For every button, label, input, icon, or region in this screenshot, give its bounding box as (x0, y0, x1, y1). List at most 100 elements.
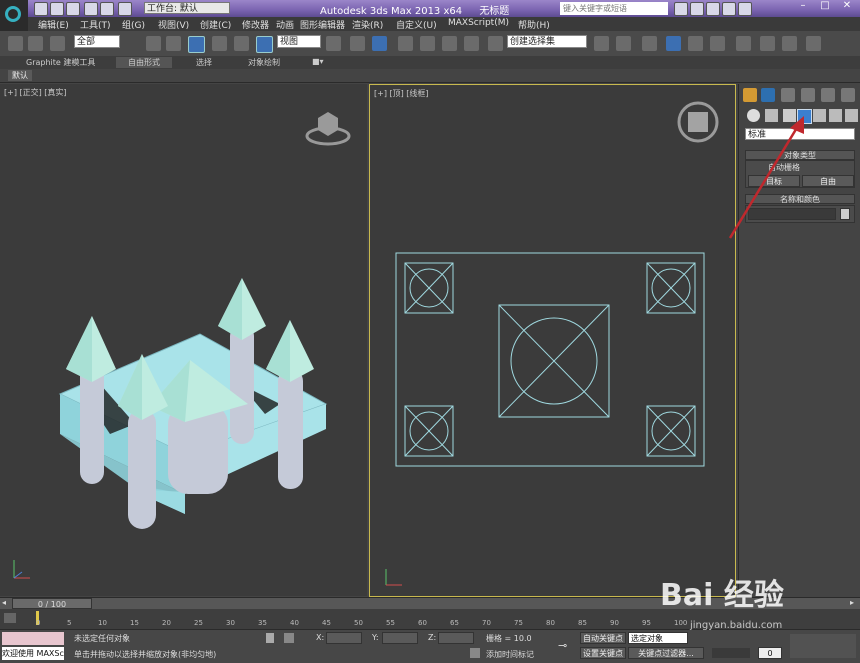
x-coordinate-field[interactable] (326, 632, 362, 644)
bind-space-warp-icon[interactable] (50, 36, 65, 51)
menu-edit[interactable]: 编辑(E) (38, 18, 69, 31)
maxscript-mini-listener[interactable]: 欢迎使用 MAXSc (2, 647, 64, 660)
modify-tab-icon[interactable] (761, 88, 775, 102)
reference-coordinate-dropdown[interactable]: 视图 (277, 35, 321, 48)
graphite-toggle-icon[interactable] (666, 36, 681, 51)
playback-controls[interactable] (712, 648, 750, 658)
app-logo[interactable] (0, 0, 28, 34)
menu-create[interactable]: 创建(C) (200, 18, 231, 31)
select-by-name-icon[interactable] (166, 36, 181, 51)
object-color-swatch[interactable] (840, 208, 850, 220)
selection-filter-dropdown[interactable]: 全部 (74, 35, 120, 48)
minimize-icon[interactable]: – (792, 0, 814, 15)
ribbon-options-icon[interactable]: ■▾ (312, 57, 324, 66)
menu-help[interactable]: 帮助(H) (518, 18, 550, 31)
tab-graphite[interactable]: Graphite 建模工具 (26, 57, 95, 68)
save-file-icon[interactable] (66, 2, 80, 16)
systems-icon[interactable] (845, 109, 858, 122)
link-icon[interactable] (8, 36, 23, 51)
workspace-dropdown[interactable]: 工作台: 默认 (144, 2, 230, 14)
maxscript-listener[interactable] (2, 632, 64, 645)
time-tag-icon[interactable] (470, 648, 480, 658)
rendered-frame-window-icon[interactable] (782, 36, 797, 51)
space-warps-icon[interactable] (829, 109, 842, 122)
menu-graph-editors[interactable]: 图形编辑器 (300, 18, 345, 31)
select-manipulate-icon[interactable] (350, 36, 365, 51)
menu-rendering[interactable]: 渲染(R) (352, 18, 383, 31)
viewcube-top[interactable] (676, 100, 722, 146)
maximize-icon[interactable]: □ (814, 0, 836, 15)
render-setup-icon[interactable] (760, 36, 775, 51)
display-tab-icon[interactable] (821, 88, 835, 102)
edit-named-selection-icon[interactable] (488, 36, 503, 51)
undo-icon[interactable] (84, 2, 98, 16)
percent-snap-icon[interactable] (442, 36, 457, 51)
selection-set-dropdown[interactable]: 选定对象 (628, 632, 688, 644)
set-key-button[interactable]: 设置关键点 (580, 647, 626, 659)
subscription-icon[interactable] (690, 2, 704, 16)
menu-customize[interactable]: 自定义(U) (396, 18, 437, 31)
viewcube[interactable] (304, 104, 354, 148)
select-object-icon[interactable] (146, 36, 161, 51)
lock-selection-icon[interactable] (266, 633, 274, 643)
z-coordinate-field[interactable] (438, 632, 474, 644)
top-wireframe[interactable] (370, 85, 735, 596)
unlink-icon[interactable] (28, 36, 43, 51)
rectangular-selection-icon[interactable] (188, 36, 205, 53)
create-tab-icon[interactable] (743, 88, 757, 102)
close-icon[interactable]: ✕ (836, 0, 858, 15)
select-rotate-icon[interactable] (234, 36, 249, 51)
angle-snap-icon[interactable] (420, 36, 435, 51)
slider-right-arrow-icon[interactable]: ▸ (850, 598, 854, 607)
pivot-center-icon[interactable] (326, 36, 341, 51)
add-time-tag[interactable]: 添加时间标记 (486, 649, 534, 660)
menu-views[interactable]: 视图(V) (158, 18, 189, 31)
spinner-snap-icon[interactable] (464, 36, 479, 51)
select-move-icon[interactable] (212, 36, 227, 51)
menu-tools[interactable]: 工具(T) (80, 18, 111, 31)
y-coordinate-field[interactable] (382, 632, 418, 644)
curve-editor-icon[interactable] (688, 36, 703, 51)
current-frame-field[interactable]: 0 (758, 647, 782, 659)
named-selection-dropdown[interactable]: 创建选择集 (507, 35, 587, 48)
help-icon[interactable] (738, 2, 752, 16)
utilities-tab-icon[interactable] (841, 88, 855, 102)
motion-tab-icon[interactable] (801, 88, 815, 102)
viewport-navigation-controls[interactable] (790, 634, 856, 658)
key-filters-button[interactable]: 关键点过滤器... (628, 647, 704, 659)
new-file-icon[interactable] (34, 2, 48, 16)
key-icon[interactable]: ⊸ (558, 639, 567, 652)
menu-group[interactable]: 组(G) (122, 18, 145, 31)
auto-key-button[interactable]: 自动关键点 (580, 632, 626, 644)
search-input[interactable]: 键入关键字或短语 (560, 2, 668, 15)
tab-freeform[interactable]: 自由形式 (116, 57, 172, 68)
frame-thumb[interactable]: 0 / 100 (12, 598, 92, 609)
align-icon[interactable] (616, 36, 631, 51)
relative-absolute-icon[interactable] (284, 633, 294, 643)
hierarchy-tab-icon[interactable] (781, 88, 795, 102)
menu-modifiers[interactable]: 修改器 (242, 18, 269, 31)
top-viewport[interactable]: [+] [顶] [线框] (369, 84, 736, 597)
mirror-icon[interactable] (594, 36, 609, 51)
search-icon[interactable] (674, 2, 688, 16)
favorites-icon[interactable] (722, 2, 736, 16)
select-scale-icon[interactable] (256, 36, 273, 53)
menu-animation[interactable]: 动画 (276, 18, 294, 31)
keyboard-shortcut-override-icon[interactable] (372, 36, 387, 51)
slider-left-arrow-icon[interactable]: ◂ (2, 598, 6, 607)
schematic-view-icon[interactable] (710, 36, 725, 51)
perspective-viewport[interactable]: [+] [正交] [真实] (0, 84, 367, 596)
redo-icon[interactable] (100, 2, 114, 16)
snaps-toggle-icon[interactable] (398, 36, 413, 51)
castle-model[interactable] (0, 84, 367, 596)
menu-maxscript[interactable]: MAXScript(M) (448, 18, 509, 28)
layer-manager-icon[interactable] (642, 36, 657, 51)
render-production-icon[interactable] (806, 36, 821, 51)
project-folder-icon[interactable] (118, 2, 132, 16)
material-editor-icon[interactable] (736, 36, 751, 51)
open-file-icon[interactable] (50, 2, 64, 16)
ribbon-default-tab[interactable]: 默认 (8, 70, 32, 81)
tab-selection[interactable]: 选择 (196, 57, 212, 68)
communication-icon[interactable] (706, 2, 720, 16)
tab-object-paint[interactable]: 对象绘制 (248, 57, 280, 68)
